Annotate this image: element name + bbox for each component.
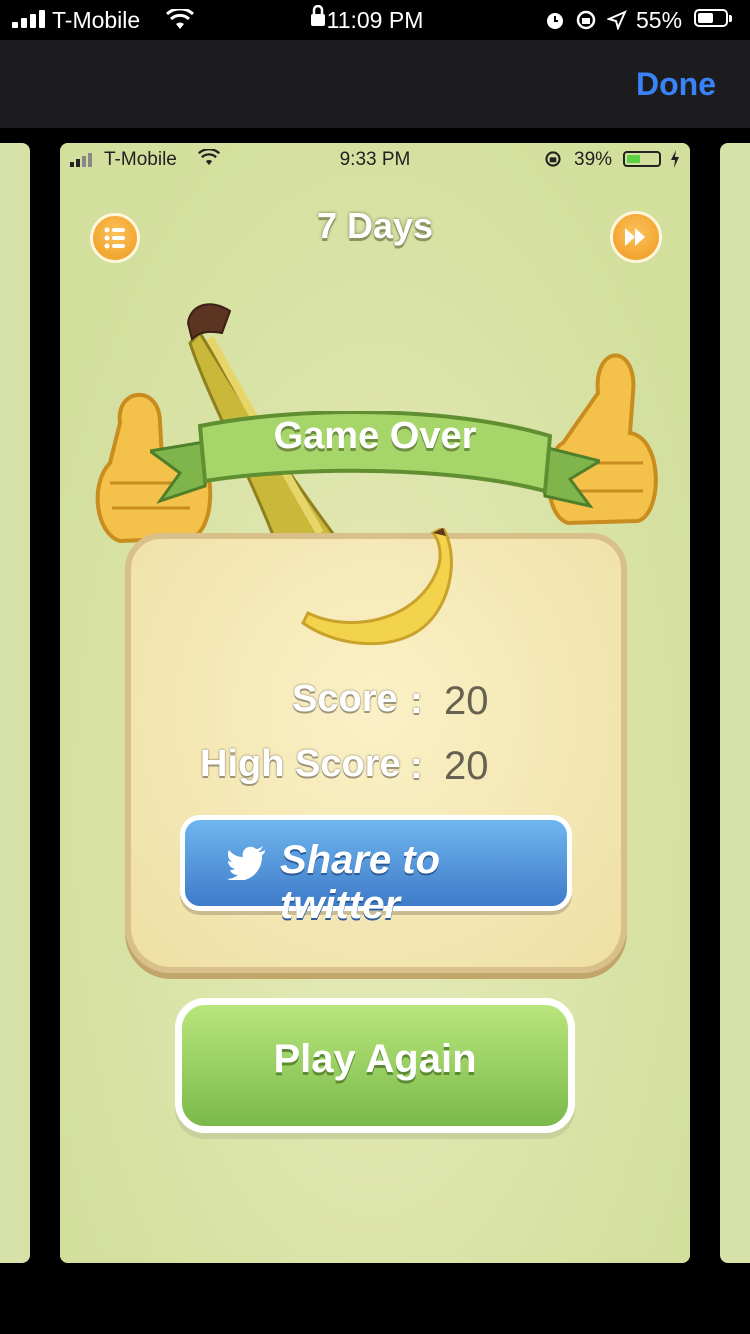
high-score-row: High Score	[200, 743, 401, 786]
rotation-lock-icon	[576, 10, 596, 30]
high-score-value: 20	[444, 744, 489, 788]
score-value: 20	[444, 679, 489, 723]
screenshot-card: T-Mobile 9:33 PM 39% 7 Days Game Over Sc…	[60, 143, 690, 1263]
score-separator: :	[410, 680, 423, 722]
banana-icon	[301, 528, 453, 646]
battery-percent: 55%	[636, 7, 683, 33]
location-icon	[607, 10, 627, 30]
play-again-button[interactable]: Play Again	[175, 998, 575, 1133]
score-label: Score	[292, 678, 398, 720]
charging-icon	[671, 150, 679, 168]
play-again-label: Play Again	[273, 1037, 477, 1081]
share-to-twitter-button[interactable]: Share to twitter	[180, 815, 572, 927]
twitter-bird-icon	[227, 846, 265, 880]
status-bar: T-Mobile 11:09 PM 55%	[0, 0, 750, 40]
alarm-icon	[547, 13, 563, 29]
score-row: Score	[292, 678, 398, 721]
inner-rotation-lock-icon	[545, 151, 561, 167]
next-screenshot-card[interactable]	[720, 143, 750, 1263]
battery-icon	[694, 9, 728, 27]
high-score-separator: :	[410, 745, 423, 787]
done-button[interactable]: Done	[636, 66, 716, 103]
previous-screenshot-card[interactable]	[0, 143, 30, 1263]
inner-battery-icon	[623, 151, 661, 167]
inner-battery-percent: 39%	[574, 149, 613, 170]
skip-button[interactable]	[610, 211, 662, 263]
game-over-banner: Game Over	[273, 415, 477, 457]
share-to-twitter-label: Share to twitter	[280, 838, 441, 927]
high-score-label: High Score	[200, 743, 401, 785]
inner-status-bar: T-Mobile 9:33 PM 39%	[60, 143, 690, 177]
fast-forward-icon	[625, 228, 645, 246]
level-title: 7 Days	[316, 205, 434, 246]
